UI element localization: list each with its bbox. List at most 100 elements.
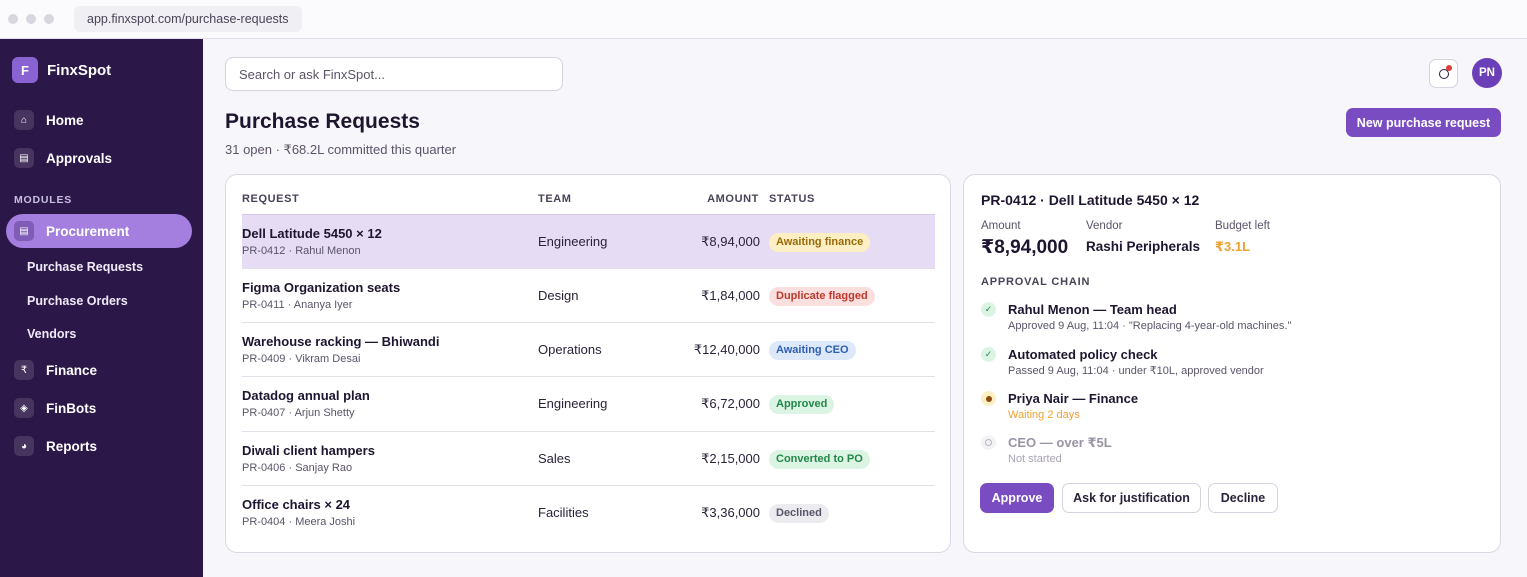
sidebar-item-approvals[interactable]: ▤ Approvals [6, 141, 192, 175]
request-meta: PR-0406 · Sanjay Rao [242, 462, 353, 474]
request-amount: ₹8,94,000 [701, 234, 760, 249]
column-header-status[interactable]: STATUS [769, 193, 815, 205]
sidebar-item-label: FinBots [46, 400, 97, 416]
page-subtitle: 31 open · ₹68.2L committed this quarter [225, 142, 457, 157]
sidebar-item-label: Finance [46, 362, 98, 378]
notification-badge [1446, 65, 1452, 71]
request-title: Diwali client hampers [242, 443, 375, 458]
request-meta: PR-0411 · Ananya Iyer [242, 299, 353, 311]
detail-vendor: Rashi Peripherals [1086, 239, 1201, 254]
table-row[interactable]: Office chairs × 24 PR-0404 · Meera Joshi… [242, 485, 935, 539]
rupee-icon: ₹ [14, 360, 34, 380]
sidebar-item-finance[interactable]: ₹ Finance [6, 353, 192, 387]
request-amount: ₹2,15,000 [701, 451, 760, 466]
decline-button[interactable]: Decline [1208, 483, 1278, 513]
approval-step-name: CEO — over ₹5L [1008, 435, 1112, 450]
detail-budget-left: ₹3.1L [1215, 239, 1251, 254]
pending-dot-icon [981, 391, 996, 406]
approval-step-note: Approved 9 Aug, 11:04 · "Replacing 4-yea… [1008, 320, 1292, 332]
sidebar: F FinxSpot ⌂ Home ▤ Approvals MODULES ▤ … [0, 39, 203, 577]
sidebar-item-label: Approvals [46, 150, 113, 166]
sidebar-item-finbots[interactable]: ◈ FinBots [6, 391, 192, 425]
status-badge: Awaiting finance [769, 233, 871, 252]
request-team: Design [538, 288, 579, 303]
approval-step-note: Passed 9 Aug, 11:04 · under ₹10L, approv… [1008, 365, 1264, 377]
request-team: Facilities [538, 505, 589, 520]
sidebar-item-reports[interactable]: ◕ Reports [6, 429, 192, 463]
status-badge: Converted to PO [769, 450, 870, 469]
table-row[interactable]: Figma Organization seats PR-0411 · Anany… [242, 268, 935, 322]
vendor-label: Vendor [1086, 220, 1123, 232]
table-row[interactable]: Warehouse racking — Bhiwandi PR-0409 · V… [242, 322, 935, 376]
sidebar-item-label: Reports [46, 438, 98, 454]
request-meta: PR-0404 · Meera Joshi [242, 516, 356, 528]
window-maximize-dot[interactable] [44, 14, 54, 24]
table-row[interactable]: Dell Latitude 5450 × 12 PR-0412 · Rahul … [242, 214, 935, 268]
approval-step-note: Waiting 2 days [1008, 409, 1080, 421]
window-minimize-dot[interactable] [26, 14, 36, 24]
request-meta: PR-0409 · Vikram Desai [242, 353, 361, 365]
empty-circle-icon [981, 435, 996, 450]
request-team: Operations [538, 342, 602, 357]
request-meta: PR-0412 · Rahul Menon [242, 245, 361, 257]
sidebar-item-procurement[interactable]: ▤ Procurement [6, 214, 192, 248]
column-header-request[interactable]: REQUEST [242, 193, 299, 205]
check-icon: ✓ [981, 302, 996, 317]
request-title: Warehouse racking — Bhiwandi [242, 334, 440, 349]
sidebar-subitem-vendors[interactable]: Vendors [27, 327, 76, 341]
status-badge: Awaiting CEO [769, 341, 856, 360]
request-team: Sales [538, 451, 571, 466]
brand[interactable]: F FinxSpot [12, 57, 111, 83]
requests-table: REQUEST TEAM AMOUNT STATUS Dell Latitude… [225, 174, 951, 553]
status-badge: Duplicate flagged [769, 287, 875, 306]
sidebar-item-home[interactable]: ⌂ Home [6, 103, 192, 137]
notifications-button[interactable] [1429, 59, 1458, 88]
column-header-amount[interactable]: AMOUNT [707, 193, 759, 205]
approval-step-name: Rahul Menon — Team head [1008, 302, 1177, 317]
new-purchase-request-button[interactable]: New purchase request [1346, 108, 1501, 137]
sidebar-section-label: MODULES [14, 194, 73, 206]
table-row[interactable]: Diwali client hampers PR-0406 · Sanjay R… [242, 431, 935, 485]
approval-step-note: Not started [1008, 453, 1062, 465]
procurement-icon: ▤ [14, 221, 34, 241]
ask-justification-button[interactable]: Ask for justification [1062, 483, 1201, 513]
check-icon: ✓ [981, 347, 996, 362]
request-title: Dell Latitude 5450 × 12 [242, 226, 382, 241]
status-badge: Declined [769, 504, 829, 523]
window-close-dot[interactable] [8, 14, 18, 24]
request-title: Office chairs × 24 [242, 497, 351, 512]
approvals-icon: ▤ [14, 148, 34, 168]
request-team: Engineering [538, 234, 608, 249]
pie-chart-icon: ◕ [14, 436, 34, 456]
browser-toolbar: app.finxspot.com/purchase-requests [0, 0, 1527, 39]
approve-button[interactable]: Approve [980, 483, 1054, 513]
request-title: Figma Organization seats [242, 280, 401, 295]
avatar[interactable]: PN [1472, 58, 1502, 88]
approval-step-name: Automated policy check [1008, 347, 1158, 362]
brand-name: FinxSpot [47, 61, 112, 79]
amount-label: Amount [981, 220, 1021, 232]
sidebar-item-label: Procurement [46, 223, 130, 239]
approval-chain-label: APPROVAL CHAIN [981, 276, 1091, 288]
bot-icon: ◈ [14, 398, 34, 418]
address-bar[interactable]: app.finxspot.com/purchase-requests [74, 6, 302, 32]
detail-title: PR-0412 · Dell Latitude 5450 × 12 [981, 192, 1200, 208]
approval-step-name: Priya Nair — Finance [1008, 391, 1139, 406]
request-amount: ₹12,40,000 [693, 342, 760, 357]
column-header-team[interactable]: TEAM [538, 193, 572, 205]
request-meta: PR-0407 · Arjun Shetty [242, 407, 355, 419]
request-amount: ₹6,72,000 [701, 396, 760, 411]
budget-label: Budget left [1215, 220, 1270, 232]
sidebar-subitem-purchase-orders[interactable]: Purchase Orders [27, 294, 128, 308]
table-row[interactable]: Datadog annual plan PR-0407 · Arjun Shet… [242, 376, 935, 430]
detail-amount: ₹8,94,000 [981, 237, 1069, 258]
request-title: Datadog annual plan [242, 388, 370, 403]
brand-logo: F [12, 57, 38, 83]
sidebar-subitem-purchase-requests[interactable]: Purchase Requests [27, 260, 143, 274]
sidebar-item-label: Home [46, 112, 84, 128]
request-amount: ₹1,84,000 [701, 288, 760, 303]
request-amount: ₹3,36,000 [701, 505, 760, 520]
page-title: Purchase Requests [225, 110, 420, 133]
search-input[interactable] [225, 57, 563, 91]
request-team: Engineering [538, 396, 608, 411]
